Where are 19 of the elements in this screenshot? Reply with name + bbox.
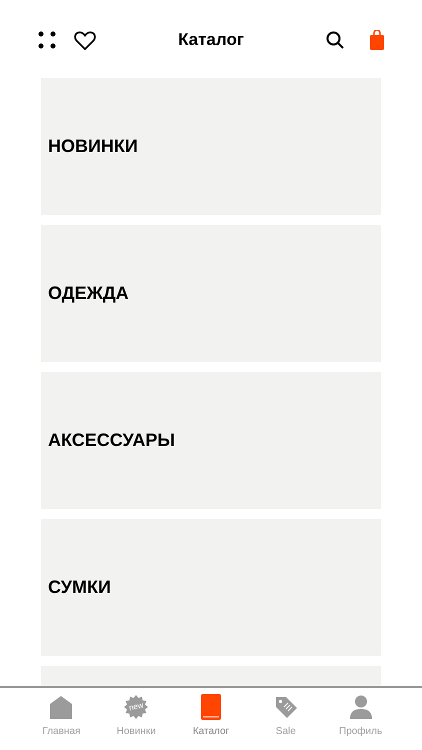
search-icon[interactable] [326,31,344,49]
book-icon [200,694,221,720]
tab-bar-item[interactable]: new Новинки [98,694,174,750]
category-card[interactable]: НОВИНКИ [41,78,381,215]
category-card[interactable]: ОДЕЖДА [41,225,381,362]
house-icon [49,695,74,719]
category-card[interactable]: АКСЕССУАРЫ [41,372,381,509]
person-icon [348,695,373,719]
tab-bar-item[interactable]: Главная [24,694,99,750]
heart-icon[interactable] [74,30,96,50]
tab-bar-item[interactable]: Каталог [174,694,248,750]
tag-icon [274,695,298,719]
page-title: Каталог [178,29,244,52]
badge-icon: new [124,695,148,719]
tab-bar-item[interactable]: Sale [248,694,324,750]
tab-bar-item[interactable]: Профиль [323,694,398,750]
grid-dots-icon[interactable] [38,31,56,49]
category-card[interactable]: СУМКИ [41,519,381,656]
shopping-bag-icon[interactable] [370,30,384,50]
